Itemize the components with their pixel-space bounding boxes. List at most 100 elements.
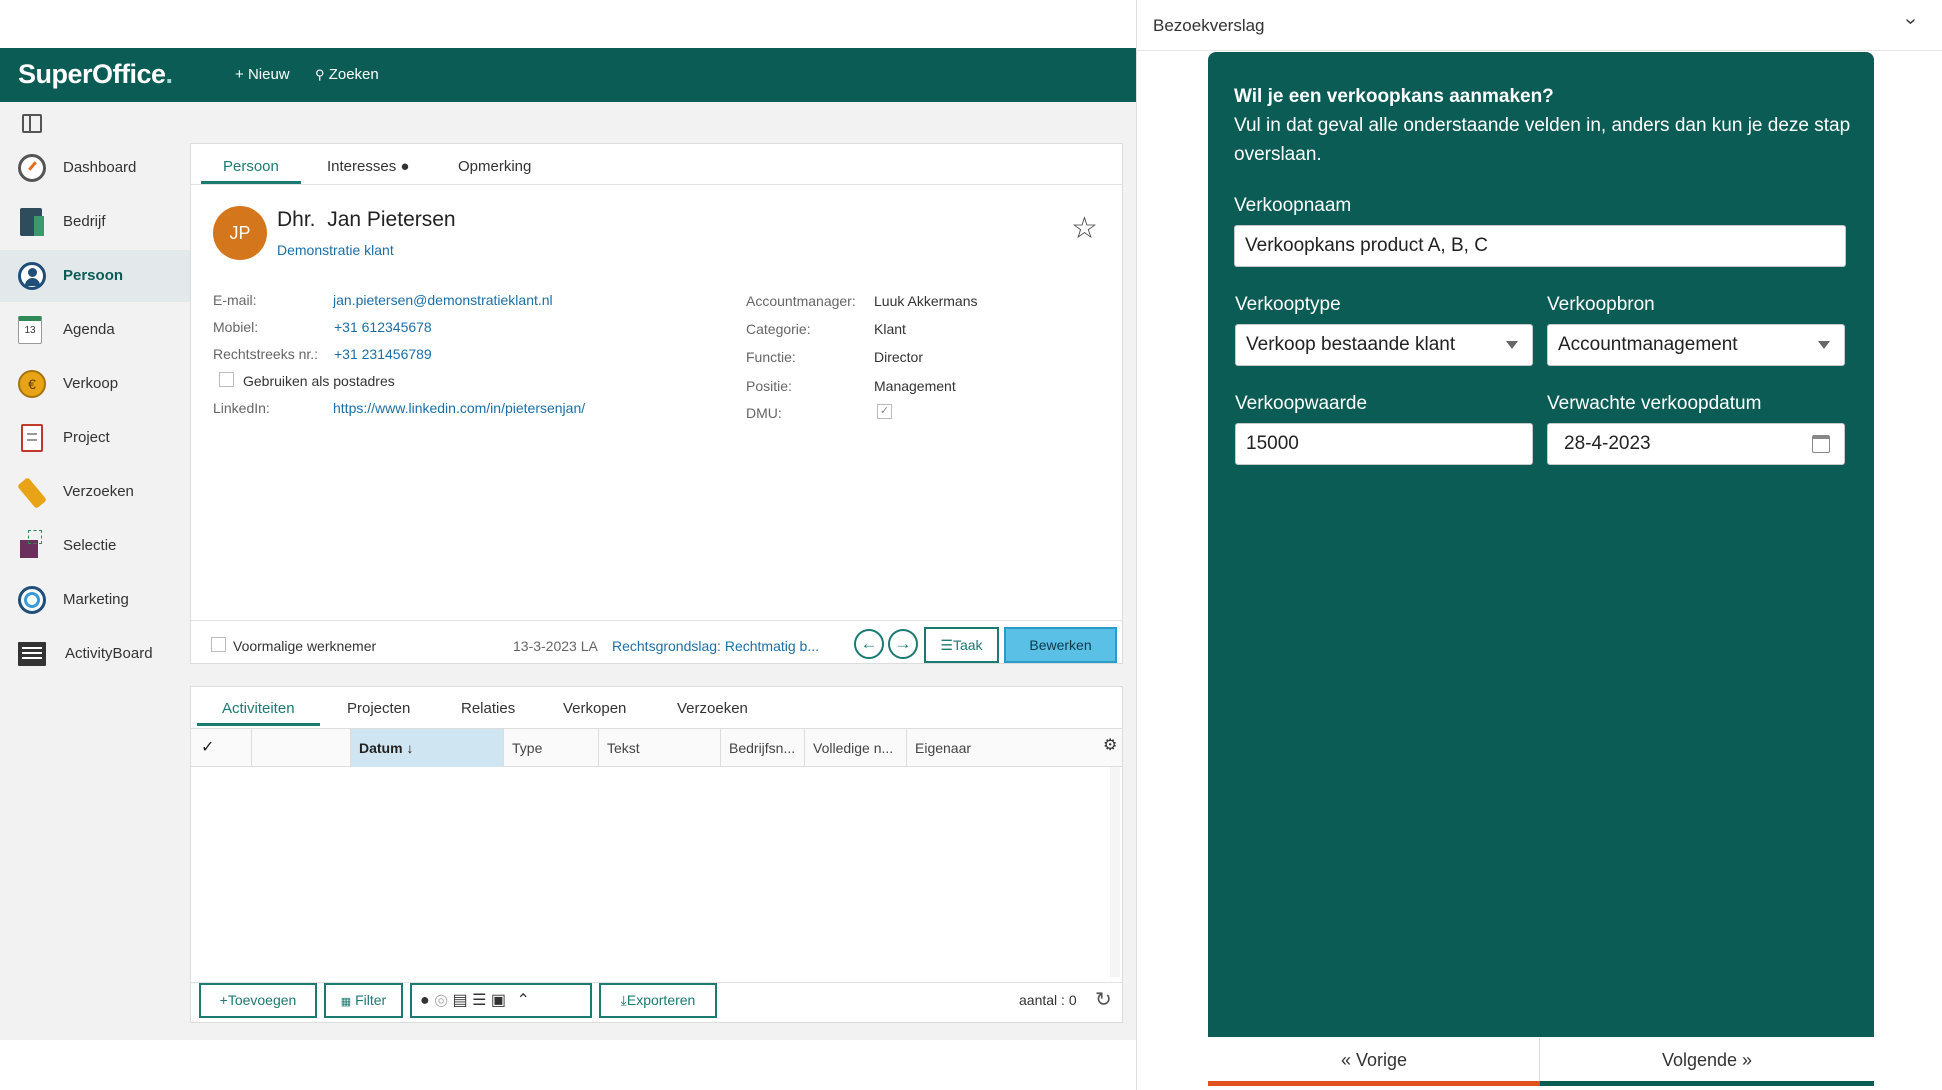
sidebar-item-verzoeken[interactable]: Verzoeken — [0, 466, 190, 518]
activity-count: aantal : 0 — [1019, 992, 1077, 1008]
tab-activiteiten[interactable]: Activiteiten — [222, 700, 295, 717]
refresh-icon[interactable]: ↻ — [1095, 987, 1112, 1012]
column-header-bedrijfsnaam[interactable]: Bedrijfsn... — [721, 729, 805, 767]
document-icon[interactable]: ▤ — [453, 992, 468, 1009]
next-button[interactable]: Volgende » — [1540, 1038, 1874, 1086]
table-scrollbar[interactable] — [1110, 767, 1120, 977]
calendar-icon: 13 — [18, 316, 42, 344]
company-link[interactable]: Demonstratie klant — [277, 242, 394, 258]
previous-label: Vorige — [1355, 1050, 1408, 1070]
superoffice-logo[interactable]: SuperOffice. — [18, 59, 173, 90]
chevron-down-icon[interactable]: › — [1899, 18, 1922, 25]
tab-interesses[interactable]: Interesses ● — [327, 158, 409, 175]
sidebar-item-dashboard[interactable]: Dashboard — [0, 142, 190, 194]
sidebar-item-label: Persoon — [63, 267, 124, 284]
active-tab-indicator — [201, 181, 301, 184]
sale-value-input[interactable]: 15000 — [1235, 423, 1533, 465]
direct-number-link[interactable]: +31 231456789 — [334, 346, 432, 362]
tab-opmerking[interactable]: Opmerking — [458, 158, 531, 175]
tab-verzoeken[interactable]: Verzoeken — [677, 700, 748, 717]
column-header-datum[interactable]: Datum ↓ — [351, 729, 504, 767]
column-header-empty[interactable] — [252, 729, 351, 767]
calendar-icon[interactable]: ▣ — [491, 992, 506, 1009]
new-button[interactable]: + Nieuw — [235, 66, 290, 83]
expected-date-input[interactable]: 28-4-2023 — [1547, 423, 1845, 465]
sale-source-select[interactable]: Accountmanagement — [1547, 324, 1845, 366]
edit-button[interactable]: Bewerken — [1004, 627, 1117, 663]
column-header-eigenaar[interactable]: Eigenaar — [907, 729, 1107, 767]
previous-button[interactable]: « Vorige — [1208, 1038, 1540, 1086]
dmu-checkbox[interactable]: ✓ — [877, 404, 892, 419]
top-bar: SuperOffice. + Nieuw ⚲ Zoeken — [0, 48, 1136, 102]
sidebar-item-marketing[interactable]: Marketing — [0, 574, 190, 626]
sale-type-value: Verkoop bestaande klant — [1246, 334, 1456, 355]
building-icon — [20, 208, 44, 236]
tabs-divider — [191, 184, 1122, 185]
plus-icon: + — [219, 992, 228, 1008]
column-header-type[interactable]: Type — [504, 729, 599, 767]
sidebar-item-activityboard[interactable]: ActivityBoard — [0, 628, 190, 680]
sidebar-item-project[interactable]: Project — [0, 412, 190, 464]
person-icon — [18, 262, 46, 290]
next-arrow-icon[interactable]: → — [888, 629, 918, 659]
tab-projecten[interactable]: Projecten — [347, 700, 410, 717]
add-button[interactable]: +Toevoegen — [199, 983, 317, 1018]
sidebar-item-label: Dashboard — [63, 159, 137, 176]
grid-icon: ▦ — [340, 996, 352, 1008]
postal-address-checkbox[interactable] — [219, 372, 234, 387]
select-all-check-icon[interactable]: ✓ — [191, 729, 252, 767]
caret-down-icon — [1506, 341, 1518, 349]
chat-icon[interactable]: ● — [420, 992, 430, 1009]
tab-relaties[interactable]: Relaties — [461, 700, 515, 717]
calendar-icon[interactable] — [1812, 435, 1830, 453]
accountmanager-value: Luuk Akkermans — [874, 293, 978, 309]
sale-type-select[interactable]: Verkoop bestaande klant — [1235, 324, 1533, 366]
tab-verkopen[interactable]: Verkopen — [563, 700, 626, 717]
tab-persoon[interactable]: Persoon — [223, 158, 279, 175]
export-label: Exporteren — [626, 992, 696, 1008]
target-icon[interactable]: ◎ — [434, 992, 448, 1009]
search-button[interactable]: ⚲ Zoeken — [315, 66, 379, 83]
filter-button[interactable]: ▦ Filter — [324, 983, 403, 1018]
sidebar-item-agenda[interactable]: 13 Agenda — [0, 304, 190, 356]
list-icon: ☰ — [940, 637, 953, 653]
previous-arrow-icon[interactable]: ← — [854, 629, 884, 659]
add-label: Toevoegen — [227, 992, 297, 1008]
star-icon[interactable]: ☆ — [1071, 214, 1098, 244]
export-button[interactable]: ⤓Exporteren — [599, 983, 717, 1018]
sidebar-item-label: Project — [63, 429, 110, 446]
sidebar-item-verkoop[interactable]: € Verkoop — [0, 358, 190, 410]
gear-icon[interactable]: ⚙ — [1103, 735, 1117, 755]
sidebar-item-label: ActivityBoard — [65, 645, 153, 662]
next-accent-bar — [1540, 1081, 1874, 1086]
linkedin-link[interactable]: https://www.linkedin.com/in/pietersenjan… — [333, 400, 585, 416]
activities-panel: Activiteiten Projecten Relaties Verkopen… — [190, 686, 1123, 1023]
header-divider — [1137, 50, 1942, 51]
sidebar-item-label: Verkoop — [63, 375, 119, 392]
former-employee-checkbox[interactable] — [211, 637, 226, 652]
task-button[interactable]: ☰Taak — [924, 627, 999, 663]
legal-basis-link[interactable]: Rechtsgrondslag: Rechtmatig b... — [612, 638, 819, 654]
sale-source-label: Verkoopbron — [1547, 294, 1655, 315]
column-header-tekst[interactable]: Tekst — [599, 729, 721, 767]
list-icon[interactable]: ☰ — [472, 992, 486, 1009]
board-icon — [18, 642, 46, 666]
mobile-link[interactable]: +31 612345678 — [334, 319, 432, 335]
sidebar-item-label: Bedrijf — [63, 213, 106, 230]
avatar: JP — [213, 206, 267, 260]
column-header-volledige-naam[interactable]: Volledige n... — [805, 729, 907, 767]
sidebar-toggle-icon[interactable] — [22, 114, 42, 133]
email-link[interactable]: jan.pietersen@demonstratieklant.nl — [333, 292, 553, 308]
sale-value-label: Verkoopwaarde — [1235, 393, 1368, 414]
position-value: Management — [874, 378, 956, 394]
chevron-up-icon[interactable]: ⌃ — [517, 992, 530, 1009]
sidebar-item-selectie[interactable]: Selectie — [0, 520, 190, 572]
sale-name-input[interactable]: Verkoopkans product A, B, C — [1234, 225, 1846, 267]
coin-icon: € — [18, 370, 46, 398]
sidebar-item-persoon[interactable]: Persoon — [0, 250, 190, 302]
person-name: Dhr. Jan Pietersen — [277, 208, 456, 231]
email-label: E-mail: — [213, 292, 257, 308]
sidebar-item-bedrijf[interactable]: Bedrijf — [0, 196, 190, 248]
footer-divider — [191, 620, 1122, 621]
form-intro: Wil je een verkoopkans aanmaken? Vul in … — [1234, 82, 1854, 169]
